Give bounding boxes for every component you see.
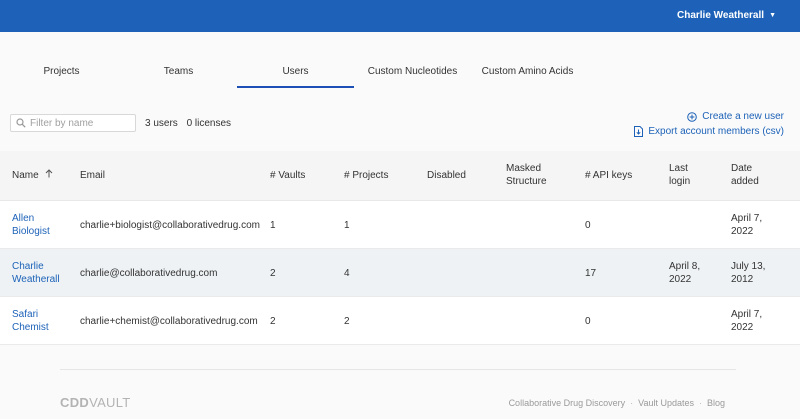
email-cell: charlie+biologist@collaborativedrug.com [80,220,260,231]
header-api-keys[interactable]: # API keys [585,169,632,182]
user-menu[interactable]: Charlie Weatherall ▼ [677,10,776,21]
create-user-link[interactable]: Create a new user [634,111,784,122]
header-vaults[interactable]: # Vaults [270,169,305,182]
tab-users[interactable]: Users [237,58,354,88]
footer-link-vault-updates[interactable]: Vault Updates [638,398,694,408]
api-keys-cell: 0 [585,316,591,327]
email-cell: charlie@collaborativedrug.com [80,268,218,279]
header-last-login[interactable]: Last login [669,162,690,188]
header-disabled[interactable]: Disabled [427,169,466,182]
table-row: Allen Biologist charlie+biologist@collab… [0,201,800,249]
counts: 3 users 0 licenses [145,118,237,129]
api-keys-cell: 0 [585,220,591,231]
license-count: 0 licenses [186,118,232,129]
header-projects[interactable]: # Projects [344,169,388,182]
search-icon [16,118,26,128]
table-row: Safari Chemist charlie+chemist@collabora… [0,297,800,345]
header-name[interactable]: Name [12,169,53,182]
users-table: Name Email # Vaults # Projects Disabled … [0,151,800,345]
user-name-link[interactable]: Safari Chemist [12,308,49,334]
header-masked-structure[interactable]: Masked Structure [506,162,547,188]
footer-link-blog[interactable]: Blog [707,398,725,408]
tab-bar: Projects Teams Users Custom Nucleotides … [0,58,800,88]
filter-box[interactable] [10,114,136,132]
projects-cell: 4 [344,268,350,279]
vaults-cell: 2 [270,268,276,279]
sort-arrow-up-icon[interactable] [45,169,53,182]
user-name[interactable]: Charlie Weatherall [677,10,764,21]
email-cell: charlie+chemist@collaborativedrug.com [80,316,258,327]
create-user-label[interactable]: Create a new user [702,111,784,122]
footer-link-cdd[interactable]: Collaborative Drug Discovery [509,398,626,408]
export-csv-label[interactable]: Export account members (csv) [648,126,784,137]
top-bar: Charlie Weatherall ▼ [0,0,800,32]
header-email[interactable]: Email [80,169,105,182]
date-added-cell: April 7, 2022 [731,213,763,237]
vaults-cell: 1 [270,220,276,231]
user-name-link[interactable]: Charlie Weatherall [12,260,60,286]
table-header: Name Email # Vaults # Projects Disabled … [0,151,800,201]
plus-circle-icon [687,111,698,122]
projects-cell: 1 [344,220,350,231]
tab-custom-amino-acids[interactable]: Custom Amino Acids [469,58,586,88]
date-added-cell: April 7, 2022 [731,309,763,333]
table-row: Charlie Weatherall charlie@collaborative… [0,249,800,297]
export-csv-link[interactable]: Export account members (csv) [634,126,784,137]
actions: Create a new user Export account members… [634,111,784,141]
footer-links: Collaborative Drug Discovery · Vault Upd… [509,398,725,408]
footer-separator: · [630,398,634,408]
api-keys-cell: 17 [585,268,597,279]
date-added-cell: July 13, 2012 [731,261,766,285]
projects-cell: 2 [344,316,350,327]
caret-down-icon[interactable]: ▼ [769,12,776,19]
file-export-icon [634,126,644,137]
last-login-cell: April 8, 2022 [669,261,701,285]
footer-divider [60,369,736,370]
user-name-link[interactable]: Allen Biologist [12,212,50,238]
vaults-cell: 2 [270,316,276,327]
tab-projects[interactable]: Projects [3,58,120,88]
user-count: 3 users [145,118,178,129]
tab-teams[interactable]: Teams [120,58,237,88]
filter-input[interactable] [30,117,130,129]
header-date-added[interactable]: Date added [731,162,759,188]
cdd-vault-logo: CDDVAULT [60,395,131,410]
tab-custom-nucleotides[interactable]: Custom Nucleotides [354,58,471,88]
footer-separator: · [698,398,702,408]
